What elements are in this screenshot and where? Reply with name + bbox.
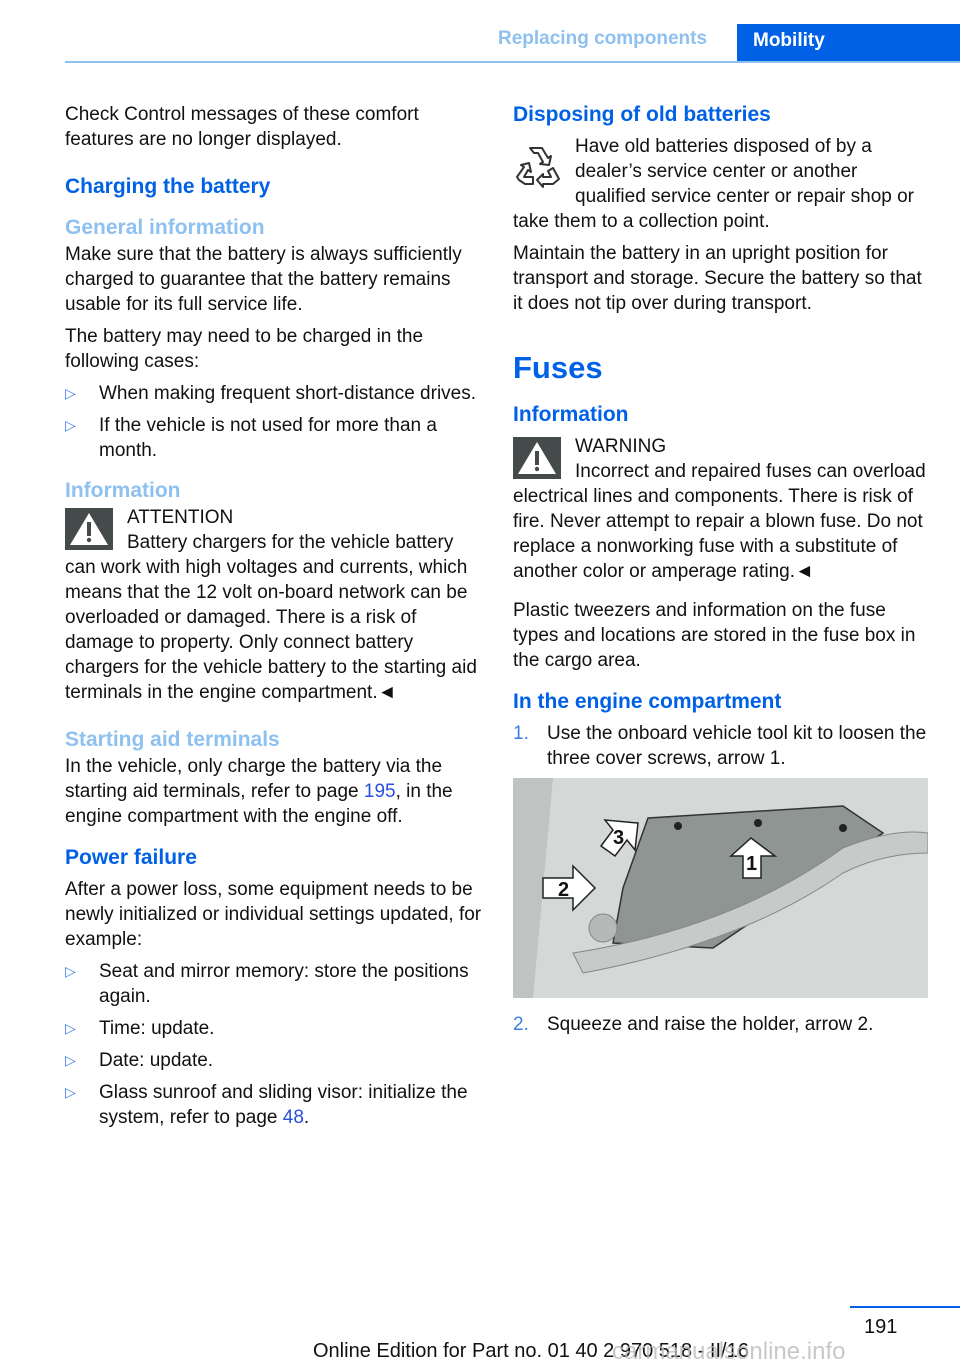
heading-fuses: Fuses	[513, 350, 603, 385]
heading-starting-aid-terminals: Starting aid terminals	[65, 728, 280, 751]
recycling-note: Have old batteries disposed of by a deal…	[513, 134, 933, 234]
triangle-bullet-icon: ▷	[65, 385, 76, 401]
heading-general-information: General information	[65, 216, 265, 239]
attention-note: ATTENTION Battery chargers for the vehic…	[65, 505, 485, 705]
power-paragraph: After a power loss, some equipment needs…	[65, 879, 482, 950]
arrow-label-2: 2	[558, 879, 569, 901]
terminals-paragraph: In the vehicle, only charge the battery …	[65, 756, 453, 827]
arrow-label-1: 1	[746, 853, 757, 875]
warning-label: WARNING	[575, 436, 667, 457]
power-items-list: ▷ Seat and mirror memory: store the posit…	[65, 959, 485, 1130]
disposing-text: Have old batteries disposed of by a deal…	[513, 136, 915, 232]
general-paragraph-1: Make sure that the battery is always suf…	[65, 244, 462, 315]
recycling-icon	[516, 147, 560, 188]
engine-steps-list: 1. Use the onboard vehicle tool kit to lo…	[513, 721, 933, 771]
triangle-bullet-icon: ▷	[65, 1084, 76, 1100]
arrow-label-3: 3	[613, 827, 624, 849]
triangle-bullet-icon: ▷	[65, 1052, 76, 1068]
list-item: ▷ Glass sunroof and sliding visor: initia…	[65, 1082, 468, 1128]
page-link-195[interactable]: 195	[364, 781, 396, 802]
left-column: Check Control messages of these comfort …	[65, 102, 485, 1137]
engine-steps-list-continued: 2. Squeeze and raise the holder, arrow 2.	[513, 1012, 933, 1037]
heading-charging-battery: Charging the battery	[65, 175, 271, 198]
intro-paragraph: Check Control messages of these comfort …	[65, 104, 419, 150]
triangle-bullet-icon: ▷	[65, 1020, 76, 1036]
heading-disposing-batteries: Disposing of old batteries	[513, 103, 771, 126]
fuse-cover-illustration: 1 2 3	[513, 778, 928, 998]
disposing-paragraph-2: Maintain the battery in an upright posit…	[513, 243, 922, 314]
page-number: 191	[864, 1316, 898, 1338]
page-link-48[interactable]: 48	[283, 1107, 304, 1128]
list-item: ▷ Date: update.	[65, 1050, 214, 1071]
charging-cases-list: ▷ When making frequent short-distance dri…	[65, 381, 485, 463]
step-item: 1. Use the onboard vehicle tool kit to lo…	[513, 723, 927, 769]
list-item: ▷ If the vehicle is not used for more tha…	[65, 415, 437, 461]
triangle-bullet-icon: ▷	[65, 417, 76, 433]
warning-triangle-icon	[513, 437, 561, 479]
heading-engine-compartment: In the engine compartment	[513, 690, 782, 713]
tweezers-paragraph: Plastic tweezers and information on the …	[513, 600, 916, 671]
warning-triangle-icon	[65, 508, 113, 550]
warning-text: Incorrect and repaired fuses can overloa…	[513, 461, 926, 582]
heading-power-failure: Power failure	[65, 846, 197, 869]
heading-fuses-information: Information	[513, 403, 629, 426]
list-item: ▷ Time: update.	[65, 1018, 215, 1039]
list-item: ▷ Seat and mirror memory: store the posit…	[65, 961, 469, 1007]
section-title: Replacing components	[498, 28, 708, 49]
triangle-bullet-icon: ▷	[65, 963, 76, 979]
heading-information: Information	[65, 479, 181, 502]
general-paragraph-2: The battery may need to be charged in th…	[65, 326, 424, 372]
engine-compartment-figure: 1 2 3	[513, 778, 928, 998]
right-column: Disposing of old batteries Have old batt…	[513, 102, 933, 1044]
footer-rule	[850, 1306, 960, 1308]
step-item: 2. Squeeze and raise the holder, arrow 2.	[513, 1014, 874, 1035]
attention-label: ATTENTION	[127, 507, 234, 528]
header-rule	[65, 61, 960, 63]
attention-text: Battery chargers for the vehicle battery…	[65, 532, 477, 703]
warning-note: WARNING Incorrect and repaired fuses can…	[513, 434, 933, 584]
list-item: ▷ When making frequent short-distance dri…	[65, 383, 477, 404]
chapter-tab: Mobility	[737, 24, 960, 63]
